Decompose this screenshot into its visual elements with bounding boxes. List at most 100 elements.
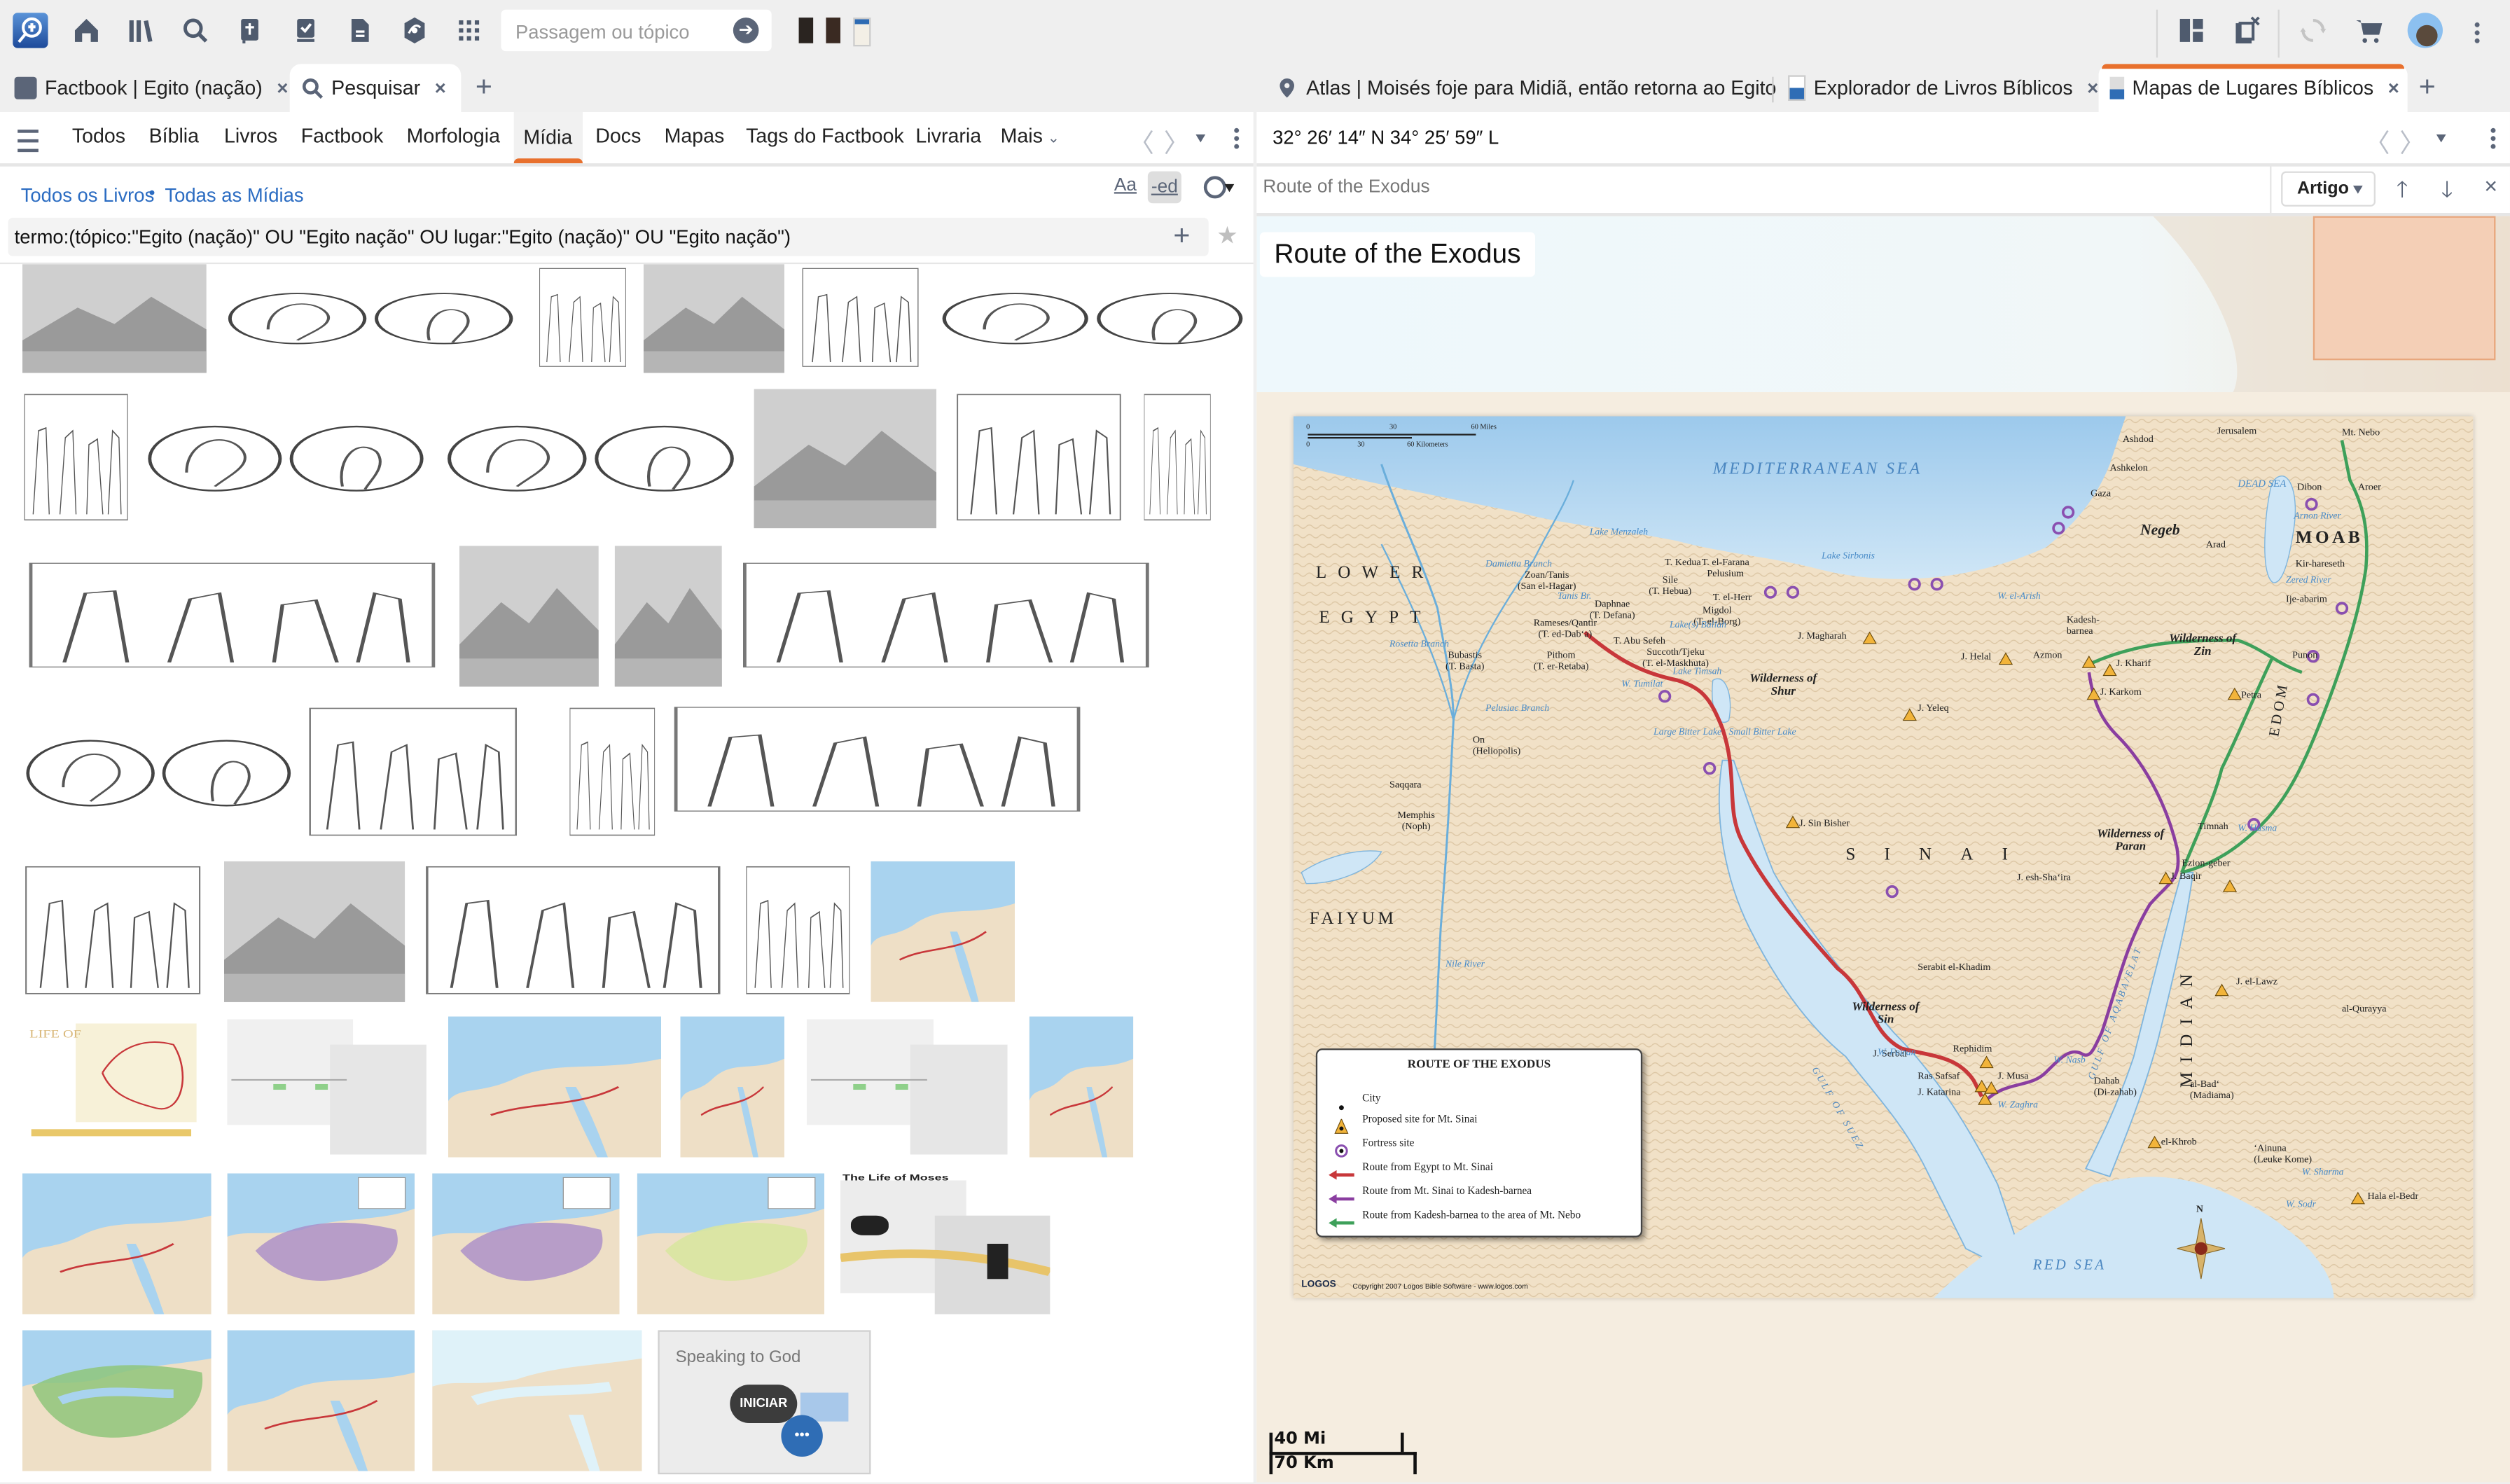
media-thumbnail[interactable] bbox=[305, 702, 520, 844]
media-thumbnail[interactable] bbox=[443, 389, 738, 529]
add-tab-button[interactable]: + bbox=[476, 71, 492, 104]
nav-biblia[interactable]: Bíblia bbox=[149, 125, 199, 147]
document-icon[interactable] bbox=[342, 13, 377, 48]
media-thumbnail[interactable] bbox=[954, 389, 1124, 529]
media-thumbnail[interactable] bbox=[614, 546, 722, 687]
nav-tags-factbook[interactable]: Tags do Factbook bbox=[746, 125, 904, 147]
media-thumbnail[interactable] bbox=[643, 264, 784, 373]
forward-icon[interactable]: 〉 bbox=[2399, 122, 2425, 160]
breadcrumb-todas-midias[interactable]: Todas as Mídias bbox=[165, 184, 303, 207]
media-thumbnail[interactable] bbox=[227, 1173, 415, 1315]
nav-midia[interactable]: Mídia bbox=[513, 111, 583, 164]
home-icon[interactable] bbox=[69, 13, 104, 48]
map-viewport[interactable]: Route of the Exodus 0 30 60 Miles 0 30 6… bbox=[1256, 216, 2510, 1483]
library-icon[interactable] bbox=[123, 13, 158, 48]
media-thumbnail[interactable] bbox=[144, 389, 428, 529]
arrow-right-circle-icon[interactable]: ➔ bbox=[733, 18, 759, 43]
back-icon[interactable]: 〈 bbox=[2364, 122, 2390, 160]
media-thumbnail[interactable] bbox=[680, 1016, 784, 1158]
match-forms-toggle[interactable]: -ed bbox=[1147, 171, 1181, 204]
back-icon[interactable]: 〈 bbox=[1128, 122, 1154, 160]
favorite-star-icon[interactable]: ★ bbox=[1216, 221, 1238, 250]
nav-morfologia[interactable]: Morfologia bbox=[407, 125, 500, 147]
resource-title[interactable]: Route of the Exodus bbox=[1263, 178, 1429, 197]
close-layout-icon[interactable] bbox=[2228, 13, 2263, 48]
cart-icon[interactable] bbox=[2352, 13, 2387, 48]
nav-mais[interactable]: Mais ⌄ bbox=[1001, 125, 1060, 147]
previous-arrow-icon[interactable]: 🡑 bbox=[2397, 173, 2408, 211]
factbook-icon[interactable] bbox=[288, 13, 323, 48]
media-thumbnail[interactable] bbox=[421, 861, 726, 1002]
menu-icon[interactable] bbox=[18, 130, 39, 153]
media-thumbnail[interactable] bbox=[432, 1330, 642, 1471]
search-query-box[interactable]: termo:(tópico:"Egito (nação)" OU "Egito … bbox=[8, 217, 1209, 256]
history-dropdown-icon[interactable] bbox=[2436, 134, 2446, 143]
media-thumbnail[interactable] bbox=[1142, 389, 1212, 529]
media-thumbnail[interactable] bbox=[223, 264, 518, 373]
media-thumbnail[interactable] bbox=[448, 1016, 661, 1158]
tab-pesquisar[interactable]: Pesquisar × bbox=[289, 64, 462, 112]
media-thumbnail[interactable] bbox=[22, 389, 130, 529]
layouts-icon[interactable] bbox=[2174, 13, 2209, 48]
media-thumbnail[interactable] bbox=[800, 1016, 1012, 1158]
tab-factbook-egito[interactable]: Factbook | Egito (nação) × bbox=[4, 64, 288, 112]
next-arrow-icon[interactable]: 🡓 bbox=[2441, 173, 2453, 211]
recent-book-3[interactable] bbox=[853, 18, 871, 47]
tools-grid-icon[interactable] bbox=[452, 13, 487, 48]
recent-book-1[interactable] bbox=[798, 18, 814, 43]
tab-mapas-lugares[interactable]: Mapas de Lugares Bíblicos × bbox=[2098, 64, 2408, 112]
media-thumbnail[interactable] bbox=[938, 264, 1247, 373]
passage-search-box[interactable]: ➔ bbox=[501, 9, 772, 52]
more-icon[interactable] bbox=[2474, 20, 2480, 43]
media-thumbnail[interactable] bbox=[22, 264, 207, 373]
media-thumbnail[interactable] bbox=[432, 1173, 620, 1315]
sync-icon[interactable] bbox=[2296, 13, 2331, 48]
media-thumbnail[interactable] bbox=[667, 702, 1087, 818]
media-thumbnail[interactable] bbox=[568, 702, 657, 844]
nav-mapas[interactable]: Mapas bbox=[665, 125, 725, 147]
close-icon[interactable]: × bbox=[2484, 173, 2497, 199]
nav-todos[interactable]: Todos bbox=[72, 125, 125, 147]
recent-book-2[interactable] bbox=[826, 18, 840, 43]
media-thumbnail[interactable] bbox=[22, 558, 442, 674]
media-thumbnail[interactable] bbox=[22, 861, 204, 1002]
media-thumbnail[interactable] bbox=[223, 861, 405, 1002]
close-icon[interactable]: × bbox=[277, 77, 288, 99]
media-thumbnail[interactable] bbox=[800, 264, 921, 373]
media-thumbnail[interactable] bbox=[227, 1330, 415, 1471]
bible-icon[interactable] bbox=[232, 13, 267, 48]
media-thumbnail[interactable] bbox=[637, 1173, 825, 1315]
iniciar-button[interactable]: INICIAR bbox=[730, 1385, 798, 1423]
media-thumbnail[interactable] bbox=[736, 558, 1156, 674]
history-dropdown-icon[interactable] bbox=[1195, 134, 1206, 143]
filter-dropdown-icon[interactable] bbox=[1224, 183, 1235, 193]
tab-atlas[interactable]: Atlas | Moisés foje para Midiã, então re… bbox=[1265, 64, 1802, 112]
search-icon[interactable] bbox=[178, 13, 213, 48]
close-icon[interactable]: × bbox=[2087, 77, 2098, 99]
panel-menu-icon[interactable] bbox=[1234, 126, 1240, 149]
media-thumbnail[interactable] bbox=[537, 264, 628, 373]
media-thumbnail[interactable] bbox=[22, 1173, 212, 1315]
close-icon[interactable]: × bbox=[2388, 77, 2399, 99]
search-query-text[interactable]: termo:(tópico:"Egito (nação)" OU "Egito … bbox=[15, 226, 791, 248]
visual-filter-icon[interactable] bbox=[1203, 176, 1226, 199]
nav-livraria[interactable]: Livraria bbox=[915, 125, 981, 147]
media-thumbnail[interactable] bbox=[871, 861, 1015, 1002]
media-thumbnail[interactable]: LIFE OF bbox=[22, 1016, 200, 1158]
media-thumbnail[interactable] bbox=[754, 389, 937, 529]
panel-menu-icon[interactable] bbox=[2490, 126, 2496, 149]
user-avatar[interactable] bbox=[2407, 13, 2443, 48]
close-icon[interactable]: × bbox=[435, 77, 446, 99]
forward-icon[interactable]: 〉 bbox=[1164, 122, 1190, 160]
media-thumbnail[interactable]: Speaking to God INICIAR ••• bbox=[658, 1330, 871, 1475]
media-thumbnail[interactable] bbox=[22, 1330, 212, 1471]
nav-factbook[interactable]: Factbook bbox=[301, 125, 384, 147]
logos-app-icon[interactable] bbox=[13, 13, 48, 48]
media-thumbnail[interactable] bbox=[1029, 1016, 1134, 1158]
tab-explorador-livros[interactable]: Explorador de Livros Bíblicos × bbox=[1777, 64, 2098, 112]
breadcrumb-todos-livros[interactable]: Todos os Livros bbox=[21, 184, 155, 207]
media-thumbnail[interactable] bbox=[22, 702, 295, 844]
case-sensitive-toggle[interactable]: Aa bbox=[1114, 176, 1137, 195]
media-thumbnail[interactable] bbox=[221, 1016, 431, 1158]
add-tab-button-right[interactable]: + bbox=[2419, 71, 2436, 104]
